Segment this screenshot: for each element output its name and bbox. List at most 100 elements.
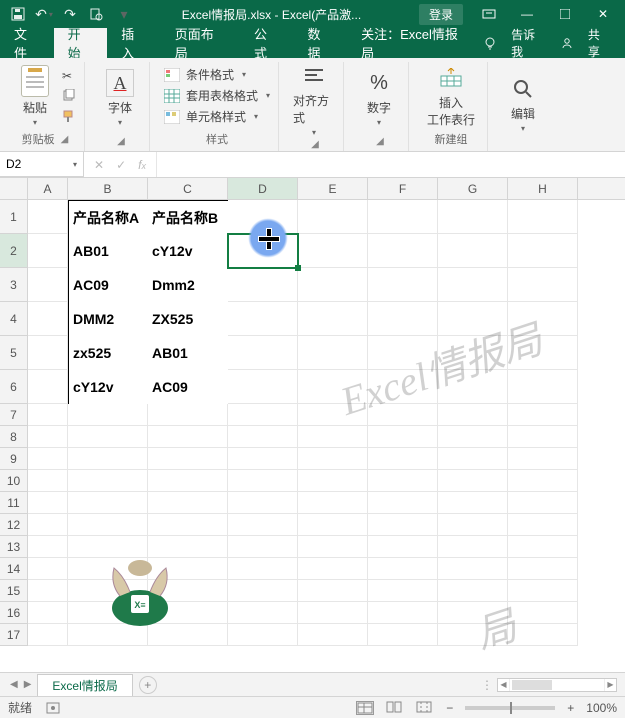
cell[interactable] xyxy=(228,268,298,302)
cell[interactable] xyxy=(438,536,508,558)
tab-page-layout[interactable]: 页面布局 xyxy=(161,28,240,58)
zoom-in-icon[interactable]: + xyxy=(567,701,574,715)
cell[interactable]: 产品名称A xyxy=(68,200,148,234)
cell[interactable] xyxy=(508,536,578,558)
cell[interactable] xyxy=(368,448,438,470)
cell[interactable] xyxy=(508,268,578,302)
col-header[interactable]: A xyxy=(28,178,68,199)
cell[interactable] xyxy=(298,336,368,370)
cell[interactable]: cY12v xyxy=(148,234,228,268)
select-all-corner[interactable] xyxy=(0,178,28,199)
row-header[interactable]: 8 xyxy=(0,426,28,448)
dialog-launcher-icon[interactable]: ◢ xyxy=(311,139,319,150)
cell[interactable] xyxy=(368,426,438,448)
number-button[interactable]: % 数字 ▾ xyxy=(358,69,400,127)
cancel-formula-icon[interactable]: ✕ xyxy=(94,158,104,172)
cell[interactable] xyxy=(508,558,578,580)
tab-nav-prev-icon[interactable]: ◀ xyxy=(10,679,18,690)
cell[interactable] xyxy=(148,536,228,558)
cell[interactable] xyxy=(508,200,578,234)
zoom-slider[interactable] xyxy=(465,706,555,710)
cell[interactable] xyxy=(438,492,508,514)
cell[interactable] xyxy=(28,302,68,336)
cell[interactable] xyxy=(368,492,438,514)
cell[interactable] xyxy=(438,302,508,336)
page-layout-view-icon[interactable] xyxy=(386,701,404,715)
cut-icon[interactable]: ✂ xyxy=(62,69,76,83)
cell[interactable] xyxy=(368,470,438,492)
cell[interactable] xyxy=(368,558,438,580)
scroll-right-icon[interactable]: ▶ xyxy=(604,679,616,691)
cell[interactable] xyxy=(148,426,228,448)
zoom-out-icon[interactable]: − xyxy=(446,701,453,715)
cell[interactable] xyxy=(298,624,368,646)
cell[interactable] xyxy=(28,404,68,426)
tab-split-handle[interactable]: ⋮ xyxy=(481,678,493,692)
login-button[interactable]: 登录 xyxy=(419,4,463,25)
editing-button[interactable]: 编辑 ▾ xyxy=(502,75,544,133)
enter-formula-icon[interactable]: ✓ xyxy=(116,158,126,172)
new-sheet-button[interactable]: + xyxy=(139,676,157,694)
cell[interactable]: AB01 xyxy=(148,336,228,370)
cell[interactable] xyxy=(298,370,368,404)
cell[interactable]: AC09 xyxy=(148,370,228,404)
cell[interactable] xyxy=(28,514,68,536)
cell[interactable] xyxy=(508,302,578,336)
cell[interactable] xyxy=(368,302,438,336)
cell[interactable] xyxy=(228,624,298,646)
cell[interactable] xyxy=(68,470,148,492)
format-as-table-button[interactable]: 套用表格格式▾ xyxy=(164,87,270,104)
cell[interactable] xyxy=(438,448,508,470)
cell[interactable] xyxy=(68,558,148,580)
cell[interactable] xyxy=(508,624,578,646)
cell[interactable] xyxy=(148,602,228,624)
cell[interactable] xyxy=(28,448,68,470)
cell[interactable] xyxy=(298,302,368,336)
cell[interactable] xyxy=(508,514,578,536)
ribbon-options-icon[interactable] xyxy=(471,0,507,28)
cell[interactable] xyxy=(508,602,578,624)
cell[interactable] xyxy=(228,602,298,624)
cell[interactable] xyxy=(368,602,438,624)
col-header[interactable]: B xyxy=(68,178,148,199)
share-icon[interactable] xyxy=(560,36,574,50)
cell[interactable] xyxy=(148,558,228,580)
cell[interactable] xyxy=(298,492,368,514)
cell[interactable] xyxy=(368,234,438,268)
cell[interactable] xyxy=(28,268,68,302)
cell[interactable] xyxy=(68,536,148,558)
cell[interactable] xyxy=(298,200,368,234)
cell[interactable] xyxy=(28,336,68,370)
row-header[interactable]: 1 xyxy=(0,200,28,234)
cell[interactable] xyxy=(28,580,68,602)
cell[interactable] xyxy=(28,536,68,558)
save-icon[interactable] xyxy=(10,6,26,22)
cell[interactable]: AC09 xyxy=(68,268,148,302)
cell[interactable] xyxy=(368,536,438,558)
cell[interactable] xyxy=(228,470,298,492)
close-button[interactable]: ✕ xyxy=(585,0,621,28)
alignment-button[interactable]: 对齐方式 ▾ xyxy=(293,62,335,137)
cell[interactable] xyxy=(298,514,368,536)
sheet-tab[interactable]: Excel情报局 xyxy=(37,674,132,696)
cell[interactable] xyxy=(28,602,68,624)
col-header[interactable]: C xyxy=(148,178,228,199)
row-header[interactable]: 16 xyxy=(0,602,28,624)
cell[interactable] xyxy=(298,536,368,558)
cell[interactable] xyxy=(68,448,148,470)
cell[interactable] xyxy=(228,426,298,448)
cell-styles-button[interactable]: 单元格样式▾ xyxy=(164,108,270,125)
horizontal-scrollbar[interactable]: ◀ ▶ xyxy=(497,678,617,692)
cell[interactable] xyxy=(438,336,508,370)
cell[interactable] xyxy=(28,624,68,646)
cell[interactable] xyxy=(368,200,438,234)
cell[interactable] xyxy=(68,426,148,448)
tab-file[interactable]: 文件 xyxy=(0,28,54,58)
active-cell[interactable] xyxy=(228,234,298,268)
dialog-launcher-icon[interactable]: ◢ xyxy=(376,136,384,147)
row-header[interactable]: 2 xyxy=(0,234,28,268)
scroll-left-icon[interactable]: ◀ xyxy=(498,679,510,691)
cell[interactable] xyxy=(228,370,298,404)
cell[interactable] xyxy=(298,404,368,426)
cell[interactable] xyxy=(298,448,368,470)
